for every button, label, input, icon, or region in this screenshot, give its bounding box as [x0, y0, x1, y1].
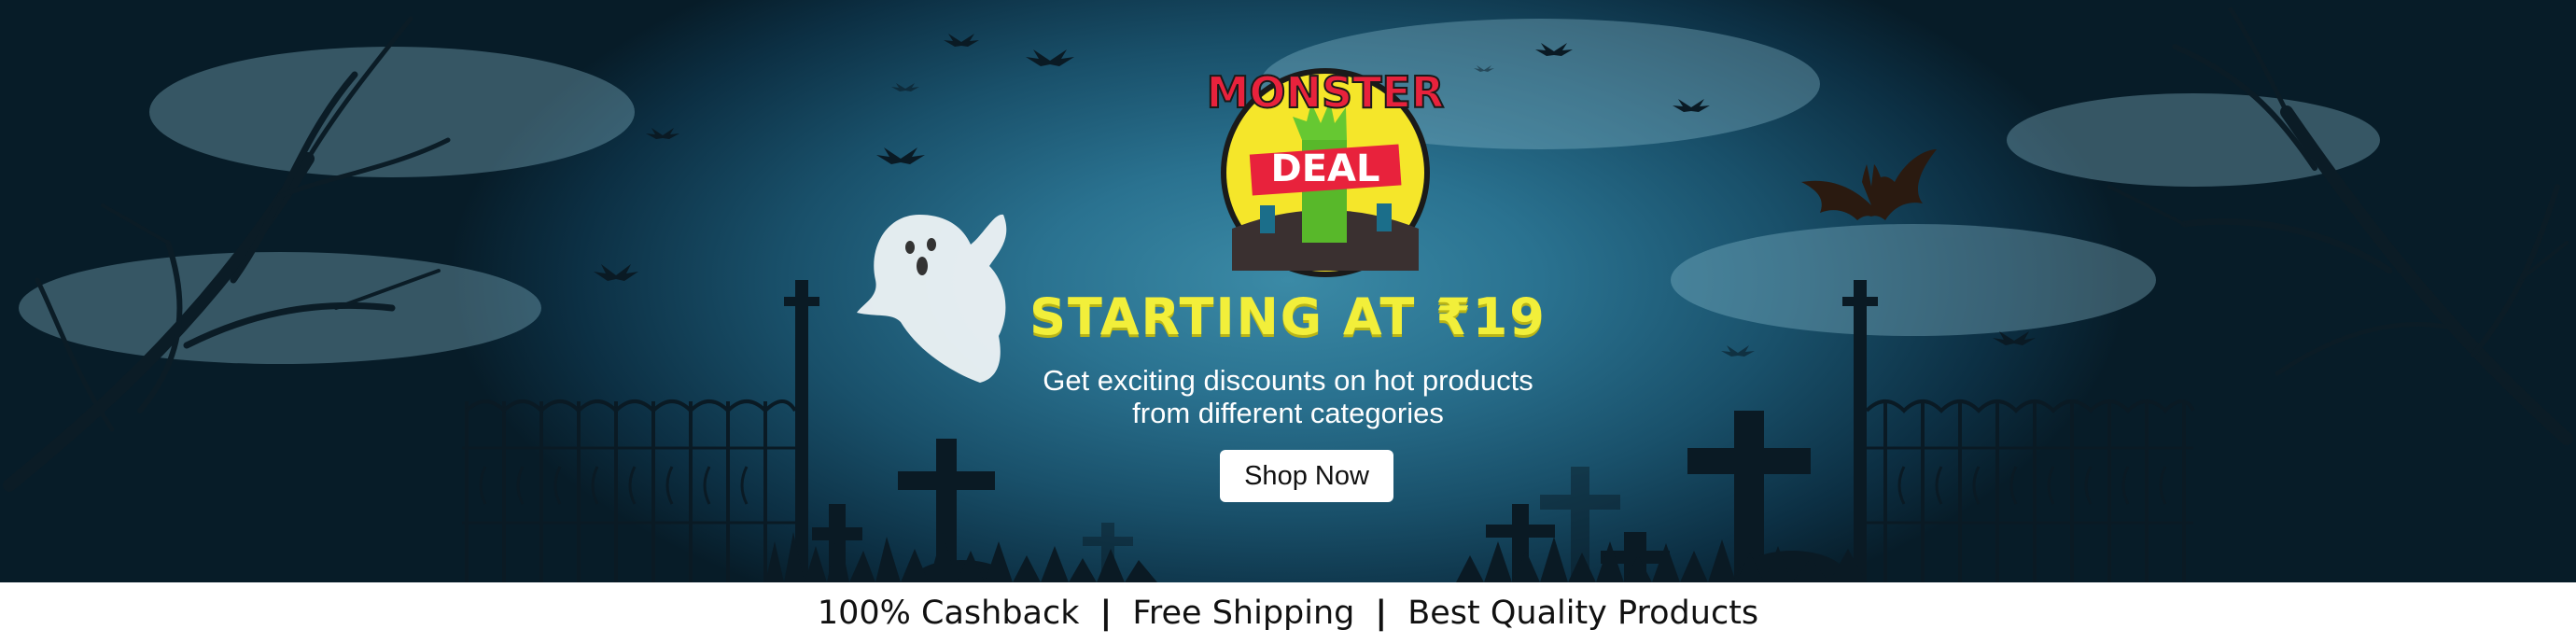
logo-top-word: MONSTER — [1207, 67, 1445, 118]
features-strip: 100% Cashback | Free Shipping | Best Qua… — [0, 582, 2576, 644]
separator: | — [1375, 595, 1388, 632]
big-bat — [1801, 149, 1937, 220]
description-line-1: Get exciting discounts on hot products — [1043, 364, 1533, 397]
hero-banner[interactable]: DEAL MONSTER STARTING AT ₹19 Get excitin… — [0, 0, 2576, 582]
description-line-2: from different categories — [1132, 397, 1444, 429]
monster-deal-logo: DEAL MONSTER — [1206, 66, 1445, 277]
headline: STARTING AT ₹19 — [1029, 287, 1547, 346]
separator: | — [1099, 595, 1113, 632]
feature-free-shipping: Free Shipping — [1132, 595, 1355, 632]
feature-best-quality: Best Quality Products — [1407, 595, 1759, 632]
description: Get exciting discounts on hot products f… — [0, 364, 2576, 429]
shop-now-button[interactable]: Shop Now — [1220, 450, 1393, 502]
feature-cashback: 100% Cashback — [817, 595, 1080, 632]
logo-sign-word: DEAL — [1271, 147, 1380, 190]
